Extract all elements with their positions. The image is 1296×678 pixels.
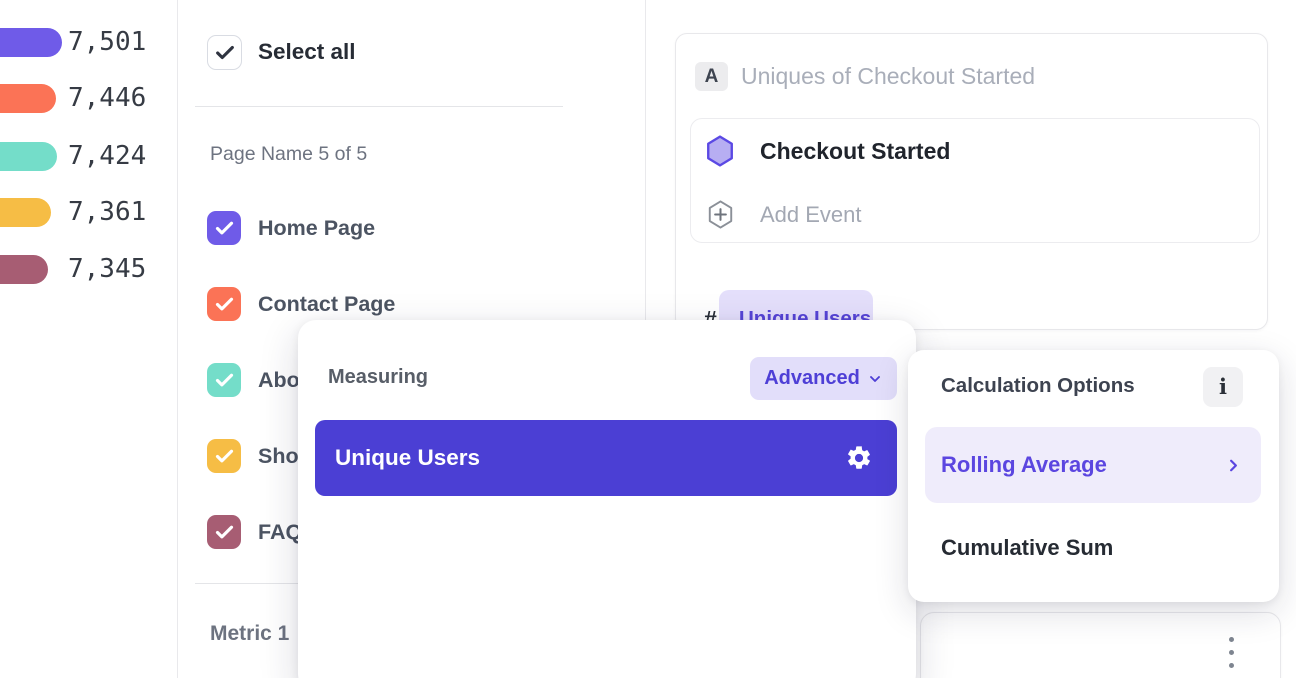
chevron-right-icon — [1224, 456, 1243, 475]
select-all-checkbox[interactable] — [207, 35, 242, 70]
divider — [195, 106, 563, 107]
bar-value-label: 7,424 — [68, 142, 146, 171]
bar-segment[interactable] — [0, 84, 56, 113]
advanced-mode-value: Advanced — [764, 367, 860, 390]
bar-segment[interactable] — [0, 142, 57, 171]
check-icon — [214, 42, 236, 64]
gear-icon[interactable] — [845, 444, 873, 472]
bar-segment[interactable] — [0, 255, 48, 284]
next-section-card — [920, 612, 1281, 678]
checkbox-shop-page[interactable] — [207, 439, 241, 473]
event-list-card: Checkout Started Add Event — [690, 118, 1260, 243]
panel-divider-left — [177, 0, 178, 678]
kebab-menu-icon[interactable] — [1229, 637, 1234, 668]
bar-value-label: 7,501 — [68, 28, 146, 57]
calc-option-cumulative-sum[interactable]: Cumulative Sum — [941, 532, 1113, 564]
checkbox-label-contact-page: Contact Page — [258, 287, 395, 321]
checkbox-contact-page[interactable] — [207, 287, 241, 321]
event-builder-card: A Uniques of Checkout Started Checkout S… — [675, 33, 1268, 330]
menu-option-unique-users[interactable]: Unique Users — [315, 420, 897, 496]
checkbox-about-page[interactable] — [207, 363, 241, 397]
group-by-label: Page Name 5 of 5 — [210, 143, 367, 166]
event-name[interactable]: Checkout Started — [760, 135, 950, 167]
check-icon — [214, 294, 235, 315]
series-badge: A — [695, 62, 728, 91]
check-icon — [214, 370, 235, 391]
measuring-popover: Measuring Advanced Unique Users Total Ev… — [298, 320, 916, 678]
calculation-options-title: Calculation Options — [941, 374, 1135, 398]
advanced-mode-dropdown[interactable]: Advanced — [750, 357, 897, 400]
measuring-title: Measuring — [328, 366, 428, 389]
calculation-options-popover: Calculation Options i Rolling Average Cu… — [908, 350, 1279, 602]
bar-segment[interactable] — [0, 28, 62, 57]
menu-option-label: Unique Users — [335, 445, 480, 471]
chevron-down-icon — [867, 371, 883, 387]
bar-value-label: 7,446 — [68, 84, 146, 113]
checkbox-faq-page[interactable] — [207, 515, 241, 549]
bar-segment[interactable] — [0, 198, 51, 227]
info-icon[interactable]: i — [1203, 367, 1243, 407]
app-canvas: 7,501 7,446 7,424 7,361 7,345 Select all — [0, 0, 1296, 678]
add-event-icon[interactable] — [706, 199, 735, 230]
event-hexagon-icon — [704, 134, 736, 168]
bar-value-label: 7,361 — [68, 198, 146, 227]
check-icon — [214, 218, 235, 239]
metric-name-input[interactable]: Uniques of Checkout Started — [741, 62, 1035, 91]
bar-value-label: 7,345 — [68, 255, 146, 284]
calc-option-rolling-average[interactable]: Rolling Average — [925, 427, 1261, 503]
check-icon — [214, 522, 235, 543]
select-all-label: Select all — [258, 35, 356, 69]
calc-option-label: Rolling Average — [941, 452, 1107, 478]
checkbox-home-page[interactable] — [207, 211, 241, 245]
metric-label: Metric 1 — [210, 622, 289, 646]
checkbox-label-home-page: Home Page — [258, 211, 375, 245]
add-event-button[interactable]: Add Event — [760, 200, 862, 229]
check-icon — [214, 446, 235, 467]
